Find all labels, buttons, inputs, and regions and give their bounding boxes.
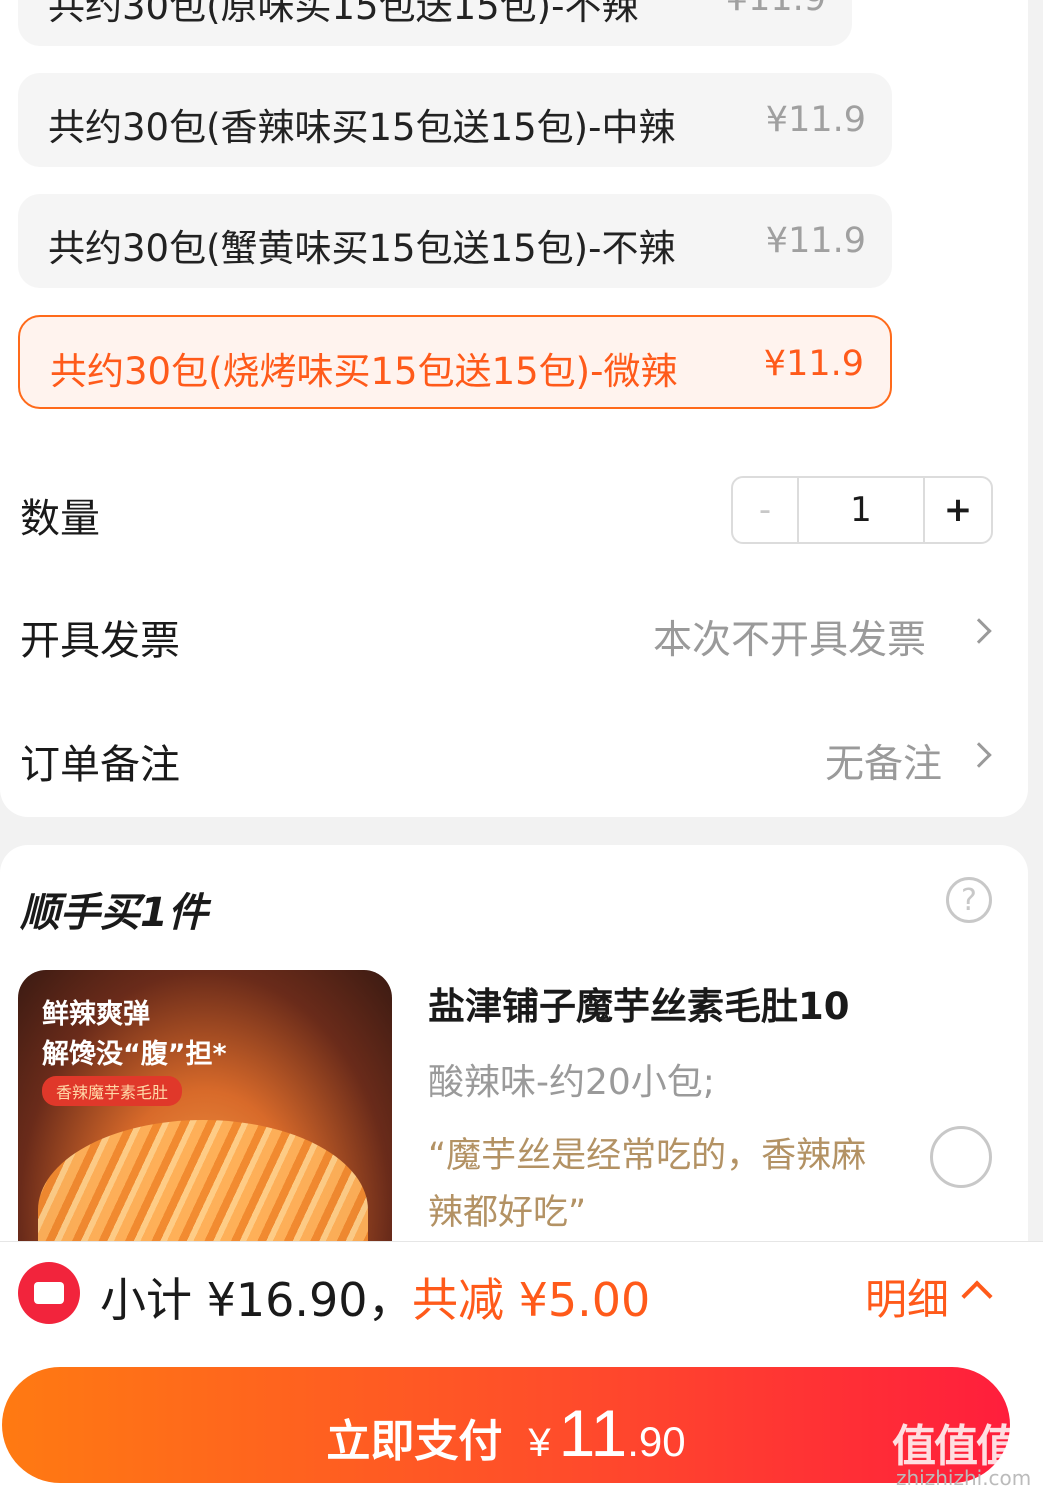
quantity-stepper: - 1 +	[731, 476, 993, 544]
invoice-value: 本次不开具发票	[653, 618, 927, 663]
pay-currency: ¥	[528, 1421, 551, 1465]
product-title[interactable]: 盐津铺子魔芋丝素毛肚10	[428, 976, 850, 1030]
increment-button[interactable]: +	[925, 478, 991, 542]
variant-option-spicy[interactable]: 共约30包(香辣味买15包送15包)-中辣 ¥11.9	[18, 73, 892, 167]
checkout-page: 共约30包(原味买15包送15包)-不辣 ¥11.9 共约30包(香辣味买15包…	[0, 0, 1043, 1495]
help-icon[interactable]: ?	[946, 877, 992, 923]
variant-label: 共约30包(蟹黄味买15包送15包)-不辣	[48, 227, 676, 270]
pay-label: 立即支付	[326, 1417, 503, 1466]
remark-label: 订单备注	[20, 742, 180, 788]
invoice-label: 开具发票	[20, 618, 180, 664]
pay-amount-integer: 11	[558, 1396, 628, 1470]
remark-value: 无备注	[825, 742, 943, 787]
product-spec: 酸辣味-约20小包;	[428, 1062, 715, 1103]
quantity-label: 数量	[20, 496, 100, 542]
coupon-icon	[18, 1262, 80, 1324]
product-review-quote: “魔芋丝是经常吃的，香辣麻辣都好吃”	[428, 1136, 867, 1233]
variant-option-bbq-selected[interactable]: 共约30包(烧烤味买15包送15包)-微辣 ¥11.9	[18, 315, 892, 409]
discount-text: 共减 ¥5.00	[412, 1273, 651, 1327]
variant-option-crab[interactable]: 共约30包(蟹黄味买15包送15包)-不辣 ¥11.9	[18, 194, 892, 288]
decrement-button[interactable]: -	[733, 478, 799, 542]
detail-button[interactable]: 明细	[865, 1266, 949, 1327]
variant-price: ¥11.9	[765, 100, 866, 140]
pay-amount-decimal: .90	[627, 1418, 686, 1465]
subtotal-text: 小计 ¥16.90，	[100, 1273, 414, 1327]
watermark-logo: 值值值	[892, 1421, 1020, 1472]
variant-price: ¥11.9	[763, 344, 864, 384]
image-tag: 香辣魔芋素毛肚	[42, 1076, 183, 1106]
variant-price: ¥11.9	[726, 0, 826, 19]
image-caption-line2: 解馋没“腹”担*	[42, 1039, 227, 1070]
addon-select-radio[interactable]	[930, 1126, 992, 1188]
variant-price: ¥11.9	[765, 221, 866, 261]
quantity-value[interactable]: 1	[799, 478, 925, 542]
product-image[interactable]: 鲜辣爽弹 解馋没“腹”担* 香辣魔芋素毛肚	[18, 970, 392, 1270]
watermark-url: zhizhizhi.com	[896, 1466, 1032, 1490]
variant-label: 共约30包(香辣味买15包送15包)-中辣	[48, 106, 676, 149]
addon-section-title: 顺手买1件	[20, 890, 208, 936]
image-caption-line1: 鲜辣爽弹	[42, 999, 150, 1030]
variant-option-original[interactable]: 共约30包(原味买15包送15包)-不辣 ¥11.9	[18, 0, 852, 46]
pay-now-button[interactable]: 立即支付 ¥ 11 .90	[2, 1367, 1010, 1483]
variant-label: 共约30包(原味买15包送15包)-不辣	[48, 0, 639, 28]
variant-label: 共约30包(烧烤味买15包送15包)-微辣	[50, 350, 678, 393]
